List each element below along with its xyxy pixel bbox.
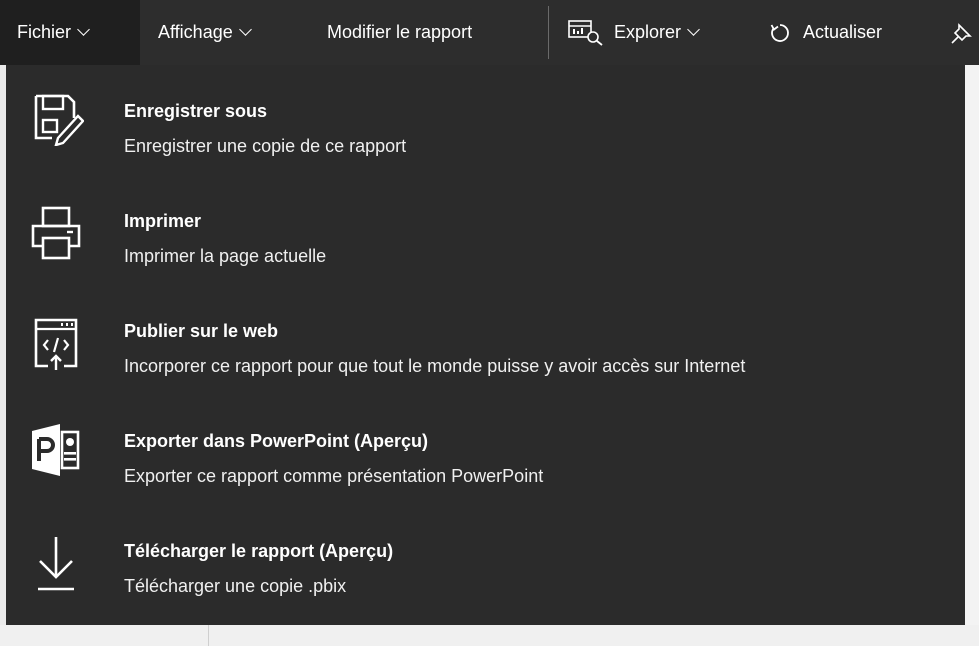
edit-report-button[interactable]: Modifier le rapport xyxy=(327,0,472,65)
file-dropdown-menu: Enregistrer sous Enregistrer une copie d… xyxy=(6,65,965,625)
menu-item-publish-web[interactable]: Publier sur le web Incorporer ce rapport… xyxy=(6,285,965,385)
download-report-title: Télécharger le rapport (Aperçu) xyxy=(124,541,394,561)
print-title: Imprimer xyxy=(124,211,202,231)
menu-item-save-as[interactable]: Enregistrer sous Enregistrer une copie d… xyxy=(6,65,965,165)
chevron-down-icon xyxy=(687,23,700,36)
edit-report-label: Modifier le rapport xyxy=(327,22,473,42)
toolbar-separator xyxy=(548,6,549,59)
explore-icon xyxy=(568,19,604,46)
save-as-description: Enregistrer une copie de ce rapport xyxy=(124,136,407,156)
menu-item-export-powerpoint[interactable]: Exporter dans PowerPoint (Aperçu) Export… xyxy=(6,395,965,495)
save-as-icon xyxy=(16,78,96,158)
file-menu-button[interactable]: Fichier xyxy=(0,0,140,65)
file-menu-label: Fichier xyxy=(17,22,72,42)
publish-web-description: Incorporer ce rapport pour que tout le m… xyxy=(124,356,746,376)
chevron-down-icon xyxy=(238,23,252,36)
pin-icon xyxy=(950,21,974,45)
print-description: Imprimer la page actuelle xyxy=(124,246,327,266)
top-toolbar: Fichier Affichage Modifier le rapport Ex… xyxy=(0,0,979,65)
pin-button[interactable] xyxy=(950,0,974,65)
explore-label: Explorer xyxy=(614,22,682,42)
refresh-button[interactable]: Actualiser xyxy=(770,0,882,65)
refresh-icon xyxy=(770,23,790,43)
refresh-label: Actualiser xyxy=(803,22,883,42)
publish-web-title: Publier sur le web xyxy=(124,321,279,341)
download-icon xyxy=(16,523,96,603)
save-as-title: Enregistrer sous xyxy=(124,101,268,121)
chevron-down-icon xyxy=(77,23,90,36)
export-powerpoint-description: Exporter ce rapport comme présentation P… xyxy=(124,466,544,486)
bottom-page-strip xyxy=(0,625,979,646)
explore-menu-button[interactable]: Explorer xyxy=(568,0,700,65)
export-powerpoint-title: Exporter dans PowerPoint (Aperçu) xyxy=(124,431,429,451)
download-report-description: Télécharger une copie .pbix xyxy=(124,576,347,596)
view-menu-button[interactable]: Affichage xyxy=(158,0,252,65)
right-panel-edge xyxy=(965,65,979,646)
printer-icon xyxy=(16,193,96,273)
page-divider xyxy=(208,625,209,646)
view-menu-label: Affichage xyxy=(158,22,233,42)
menu-item-download-report[interactable]: Télécharger le rapport (Aperçu) Téléchar… xyxy=(6,505,965,605)
powerpoint-icon xyxy=(16,410,96,490)
menu-item-print[interactable]: Imprimer Imprimer la page actuelle xyxy=(6,175,965,275)
publish-web-icon xyxy=(16,303,96,383)
